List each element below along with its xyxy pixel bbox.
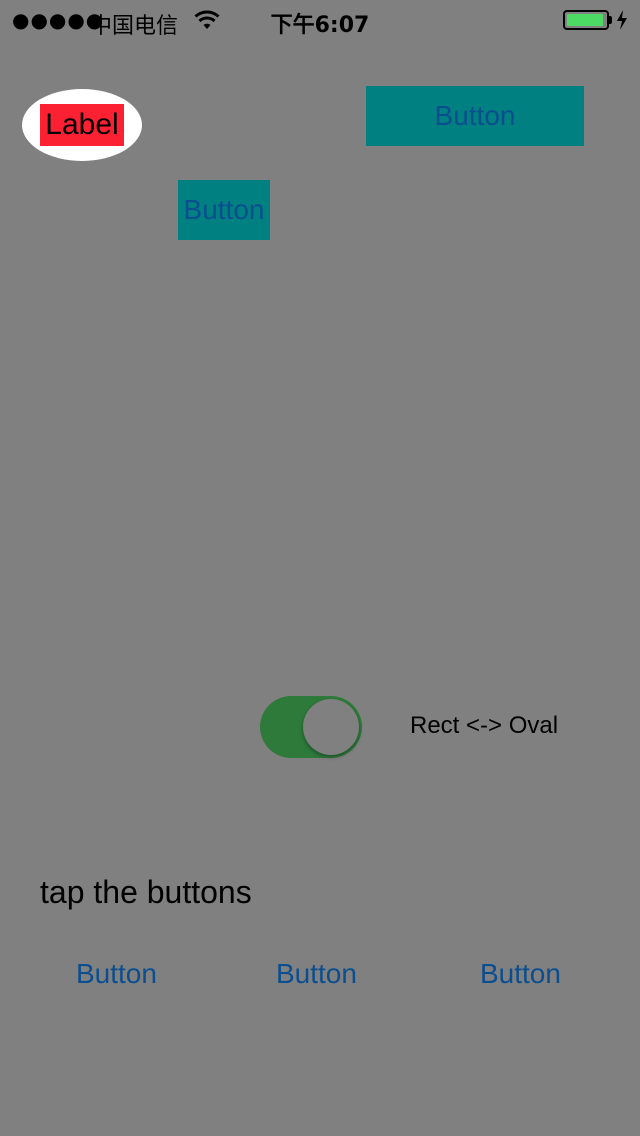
status-time: 下午6:07: [270, 13, 370, 38]
switch-knob[interactable]: [303, 699, 359, 755]
battery-level: [567, 14, 603, 26]
shape-toggle-switch[interactable]: [260, 696, 362, 758]
oval-label: Label: [40, 104, 124, 146]
instruction-text: tap the buttons: [40, 874, 252, 910]
middle-button[interactable]: Button: [178, 180, 270, 240]
battery-tip: [609, 16, 612, 24]
status-bar: ●●●●● 中国电信 下午6:07: [0, 0, 640, 40]
bottom-button-1[interactable]: Button: [76, 958, 157, 990]
top-right-button[interactable]: Button: [366, 86, 584, 146]
charging-bolt-icon: [617, 10, 627, 30]
bottom-button-3[interactable]: Button: [480, 958, 561, 990]
battery-icon: [563, 10, 609, 30]
bottom-button-2[interactable]: Button: [276, 958, 357, 990]
switch-caption: Rect <-> Oval: [410, 712, 559, 739]
